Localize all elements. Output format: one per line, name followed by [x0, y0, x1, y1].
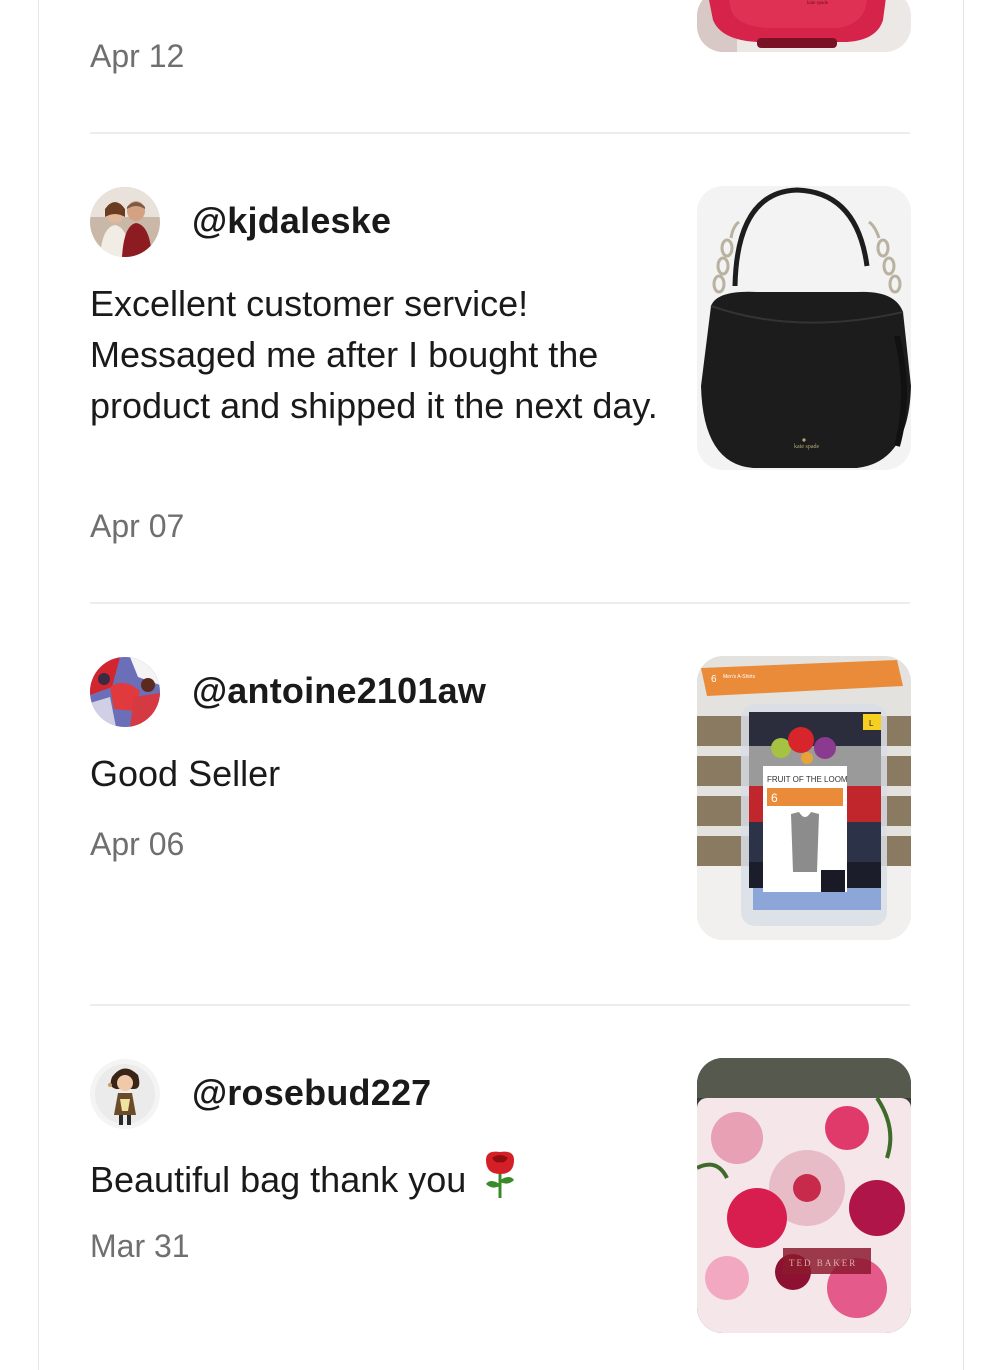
svg-text:TED BAKER: TED BAKER: [789, 1258, 857, 1268]
product-thumbnail[interactable]: 6 Men's A-Shirts FRUIT OF THE LOOM 6 L: [697, 656, 911, 940]
avatar[interactable]: [90, 657, 160, 727]
tshirt-pack-image: 6 Men's A-Shirts FRUIT OF THE LOOM 6 L: [697, 656, 911, 940]
review-date: Apr 12: [90, 38, 185, 74]
review-date: Apr 06: [90, 826, 185, 862]
user-avatar-photo: [90, 187, 160, 257]
svg-text:6: 6: [771, 791, 778, 805]
reviewer-username[interactable]: @kjdaleske: [192, 200, 391, 242]
rose-icon: [480, 1150, 520, 1211]
divider: [90, 132, 910, 134]
divider: [90, 1004, 910, 1006]
user-avatar-cartoon: [90, 1059, 160, 1129]
svg-text:L: L: [869, 719, 874, 728]
avatar[interactable]: [90, 1059, 160, 1129]
product-thumbnail[interactable]: kate spade: [697, 0, 911, 52]
floral-pouch-image: TED BAKER: [697, 1058, 911, 1333]
reviewer-username[interactable]: @antoine2101aw: [192, 670, 486, 712]
pink-bag-image: kate spade: [697, 0, 911, 52]
review-text: Beautiful bag thank you: [90, 1150, 690, 1211]
review-text: Excellent customer service! Messaged me …: [90, 283, 658, 426]
svg-text:kate spade: kate spade: [807, 1, 829, 6]
svg-text:kate spade: kate spade: [794, 444, 819, 450]
black-bag-image: kate spade: [697, 186, 911, 470]
review-text: Good Seller: [90, 753, 281, 794]
divider: [90, 602, 910, 604]
product-thumbnail[interactable]: TED BAKER: [697, 1058, 911, 1333]
product-thumbnail[interactable]: kate spade: [697, 186, 911, 470]
review-date: Apr 07: [90, 508, 185, 544]
user-avatar-photo: [90, 657, 160, 727]
avatar[interactable]: [90, 187, 160, 257]
svg-text:6: 6: [711, 674, 717, 685]
review-date: Mar 31: [90, 1228, 190, 1264]
review-text-content: Beautiful bag thank you: [90, 1159, 467, 1200]
reviewer-username[interactable]: @rosebud227: [192, 1072, 431, 1114]
svg-text:Men's A-Shirts: Men's A-Shirts: [723, 674, 756, 680]
svg-text:FRUIT OF THE LOOM: FRUIT OF THE LOOM: [767, 775, 848, 784]
